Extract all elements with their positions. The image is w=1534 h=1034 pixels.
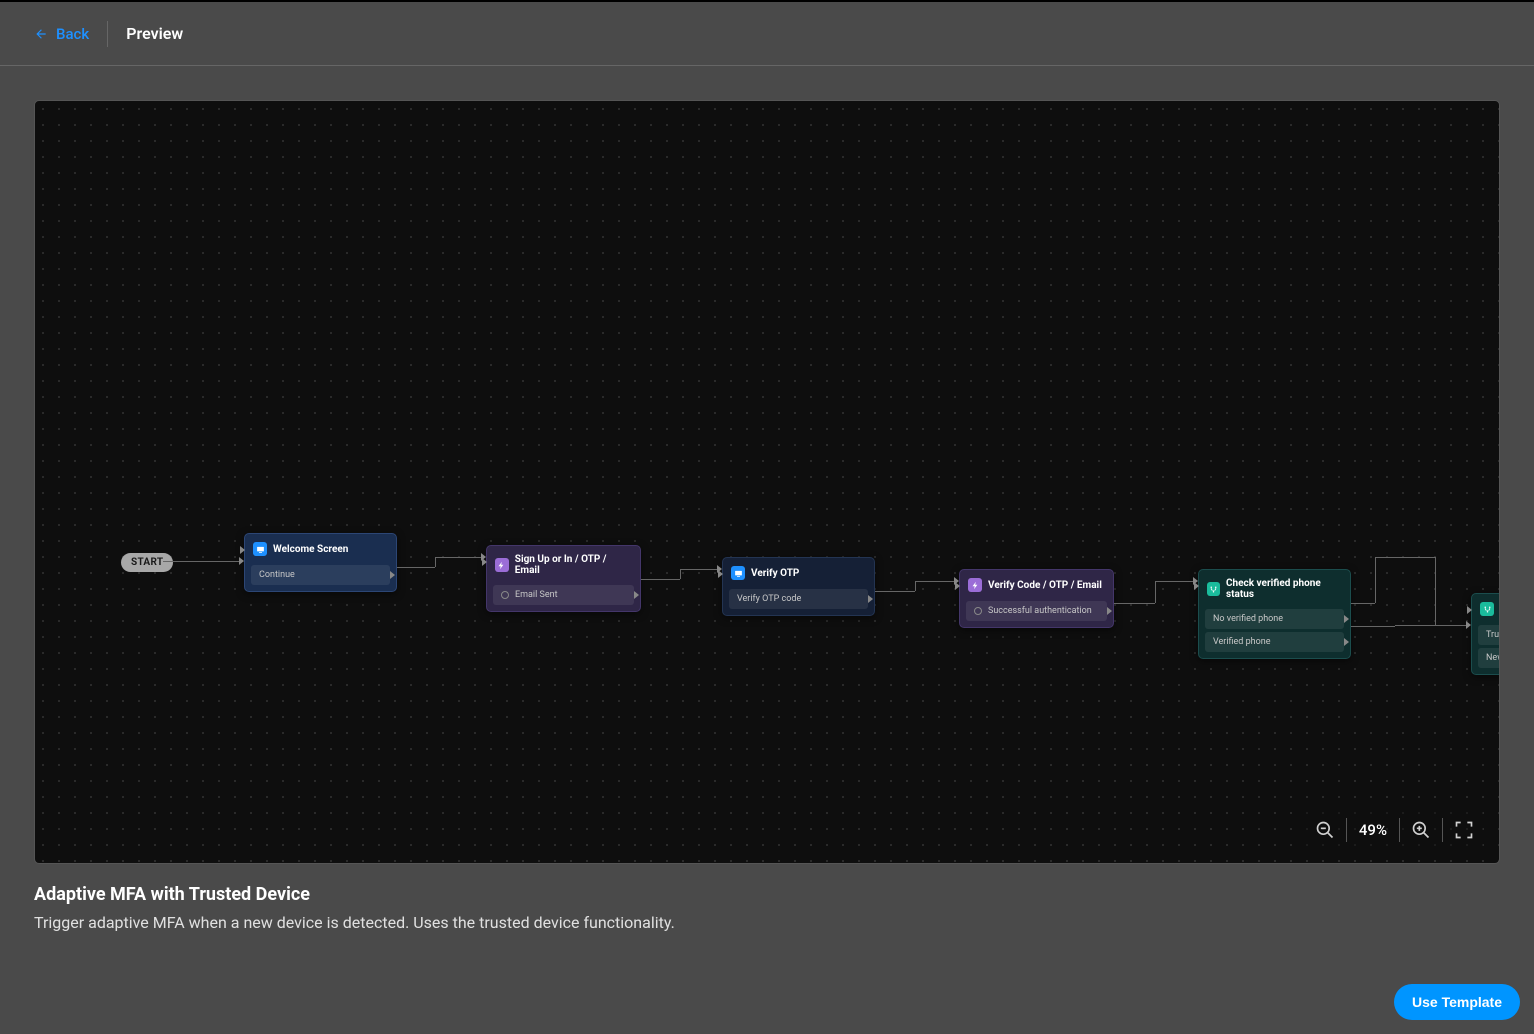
arrow-left-icon xyxy=(34,27,48,41)
node-header: Verify Code / OTP / Email xyxy=(966,576,1107,598)
flow-layer: START Welcome Screen Continue Sign Up or In… xyxy=(35,101,1499,863)
edge xyxy=(915,581,916,591)
status-dot-icon xyxy=(501,591,509,599)
bolt-icon xyxy=(968,578,982,592)
node-output[interactable]: Trusted xyxy=(1478,625,1500,645)
input-port-icon[interactable] xyxy=(1467,606,1472,614)
node-output[interactable]: No verified phone xyxy=(1205,609,1344,629)
edge xyxy=(1155,581,1156,603)
output-label: Verified phone xyxy=(1213,637,1271,647)
screen-icon xyxy=(253,542,267,556)
zoom-out-icon xyxy=(1315,820,1335,840)
edge xyxy=(1114,603,1155,604)
edge xyxy=(435,557,481,558)
node-output[interactable]: Email Sent xyxy=(493,585,634,605)
output-label: Verify OTP code xyxy=(737,594,801,604)
node-header: Check D xyxy=(1478,600,1500,622)
node-output[interactable]: Successful authentication xyxy=(966,601,1107,621)
start-node[interactable]: START xyxy=(121,553,173,572)
arrow-icon xyxy=(954,577,959,585)
branch-icon xyxy=(1207,582,1220,596)
flow-canvas[interactable]: START Welcome Screen Continue Sign Up or In… xyxy=(34,100,1500,864)
node-title: Check verified phone status xyxy=(1226,578,1342,600)
node-title: Welcome Screen xyxy=(273,544,348,555)
flow-node-checkdevice[interactable]: Check D Trusted New Device xyxy=(1471,593,1500,675)
arrow-icon xyxy=(481,553,486,561)
edge xyxy=(1351,626,1395,627)
edge xyxy=(875,591,915,592)
bolt-icon xyxy=(495,558,509,572)
zoom-out-button[interactable] xyxy=(1310,815,1340,845)
node-title: Verify OTP xyxy=(751,568,799,579)
output-label: Trusted xyxy=(1486,630,1500,640)
use-template-button[interactable]: Use Template xyxy=(1394,984,1520,1020)
edge xyxy=(1155,581,1193,582)
node-output[interactable]: Continue xyxy=(251,565,390,585)
separator xyxy=(1399,818,1400,842)
branch-icon xyxy=(1480,602,1494,616)
output-label: Continue xyxy=(259,570,295,580)
edge xyxy=(915,581,954,582)
node-header: Welcome Screen xyxy=(251,540,390,562)
output-label: Email Sent xyxy=(515,590,558,600)
template-title: Adaptive MFA with Trusted Device xyxy=(34,884,675,905)
page-title: Preview xyxy=(126,24,183,43)
back-label: Back xyxy=(56,25,89,43)
edge xyxy=(1351,603,1375,604)
edge xyxy=(1435,557,1436,625)
edge xyxy=(1375,557,1435,558)
edge xyxy=(641,579,680,580)
edge xyxy=(1395,625,1466,626)
output-label: Successful authentication xyxy=(988,606,1092,616)
template-description: Trigger adaptive MFA when a new device i… xyxy=(34,913,675,932)
output-port-icon[interactable] xyxy=(1107,607,1112,615)
node-output[interactable]: New Device xyxy=(1478,648,1500,668)
arrow-icon xyxy=(239,557,244,565)
output-port-icon[interactable] xyxy=(868,595,873,603)
status-dot-icon xyxy=(974,607,982,615)
output-port-icon[interactable] xyxy=(1344,615,1349,623)
separator xyxy=(1442,818,1443,842)
node-output[interactable]: Verified phone xyxy=(1205,632,1344,652)
node-header: Check verified phone status xyxy=(1205,576,1344,606)
arrow-icon xyxy=(1466,621,1471,629)
zoom-controls: 49% xyxy=(1306,811,1483,849)
fit-screen-button[interactable] xyxy=(1449,815,1479,845)
input-port-icon[interactable] xyxy=(240,546,245,554)
output-port-icon[interactable] xyxy=(634,591,639,599)
fullscreen-icon xyxy=(1454,820,1474,840)
flow-node-welcome[interactable]: Welcome Screen Continue xyxy=(244,533,397,592)
template-info: Adaptive MFA with Trusted Device Trigger… xyxy=(34,884,675,932)
zoom-percent: 49% xyxy=(1353,821,1393,839)
node-header: Verify OTP xyxy=(729,564,868,586)
edge xyxy=(435,557,436,567)
node-title: Sign Up or In / OTP / Email xyxy=(515,554,632,576)
separator xyxy=(1346,818,1347,842)
node-output[interactable]: Verify OTP code xyxy=(729,589,868,609)
arrow-icon xyxy=(717,565,722,573)
zoom-in-button[interactable] xyxy=(1406,815,1436,845)
edge xyxy=(397,567,435,568)
edge xyxy=(163,561,239,562)
node-header: Sign Up or In / OTP / Email xyxy=(493,552,634,582)
arrow-icon xyxy=(1193,577,1198,585)
node-title: Verify Code / OTP / Email xyxy=(988,580,1102,591)
flow-node-verifycode[interactable]: Verify Code / OTP / Email Successful auth… xyxy=(959,569,1114,628)
screen-icon xyxy=(731,566,745,580)
flow-node-signup[interactable]: Sign Up or In / OTP / Email Email Sent xyxy=(486,545,641,612)
back-button[interactable]: Back xyxy=(34,21,108,47)
flow-node-verifyotp[interactable]: Verify OTP Verify OTP code xyxy=(722,557,875,616)
edge xyxy=(680,569,681,579)
output-label: New Device xyxy=(1486,653,1500,663)
edge xyxy=(1375,557,1376,603)
output-label: No verified phone xyxy=(1213,614,1283,624)
edge xyxy=(680,569,717,570)
zoom-in-icon xyxy=(1411,820,1431,840)
flow-node-checkphone[interactable]: Check verified phone status No verified p… xyxy=(1198,569,1351,659)
output-port-icon[interactable] xyxy=(1344,638,1349,646)
output-port-icon[interactable] xyxy=(390,571,395,579)
header: Back Preview xyxy=(0,0,1534,66)
